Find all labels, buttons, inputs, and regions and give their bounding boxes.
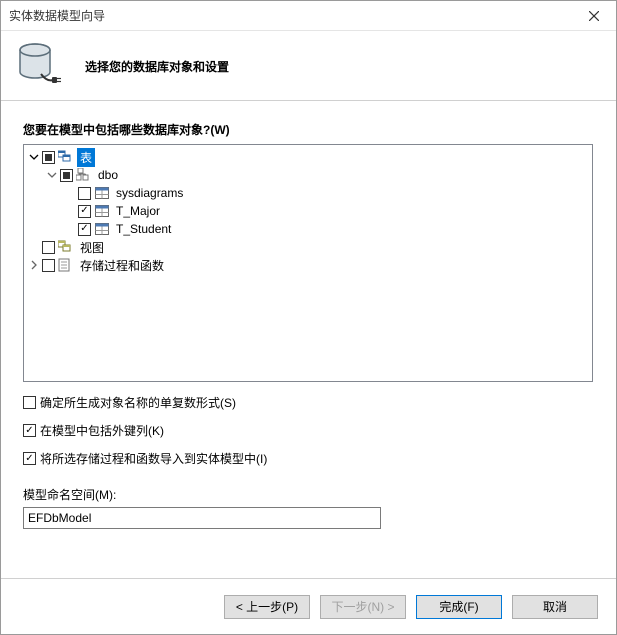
tree-node-sysdiagrams[interactable]: sysdiagrams bbox=[28, 184, 588, 202]
close-button[interactable] bbox=[571, 1, 616, 31]
option-pluralize[interactable]: 确定所生成对象名称的单复数形式(S) bbox=[23, 390, 594, 414]
tree-label: T_Student bbox=[113, 221, 174, 237]
header-subtitle: 选择您的数据库对象和设置 bbox=[85, 58, 229, 75]
checkbox[interactable] bbox=[78, 205, 91, 218]
option-label: 确定所生成对象名称的单复数形式(S) bbox=[40, 394, 236, 411]
content: 您要在模型中包括哪些数据库对象?(W) 表 dbo bbox=[1, 101, 616, 529]
checkbox[interactable] bbox=[42, 151, 55, 164]
expand-toggle[interactable] bbox=[28, 151, 40, 163]
option-import-sp[interactable]: 将所选存储过程和函数导入到实体模型中(I) bbox=[23, 446, 594, 470]
tree-node-t-student[interactable]: T_Student bbox=[28, 220, 588, 238]
table-icon bbox=[94, 203, 110, 219]
option-include-fk[interactable]: 在模型中包括外键列(K) bbox=[23, 418, 594, 442]
back-button[interactable]: < 上一步(P) bbox=[224, 595, 310, 619]
checkbox[interactable] bbox=[23, 452, 36, 465]
checkbox[interactable] bbox=[78, 223, 91, 236]
table-icon bbox=[94, 221, 110, 237]
finish-button[interactable]: 完成(F) bbox=[416, 595, 502, 619]
expand-toggle[interactable] bbox=[46, 169, 58, 181]
tree-node-t-major[interactable]: T_Major bbox=[28, 202, 588, 220]
options: 确定所生成对象名称的单复数形式(S) 在模型中包括外键列(K) 将所选存储过程和… bbox=[23, 390, 594, 470]
wizard-header: 选择您的数据库对象和设置 bbox=[1, 31, 616, 101]
next-button[interactable]: 下一步(N) > bbox=[320, 595, 406, 619]
tree-label: 视图 bbox=[77, 238, 107, 257]
table-icon bbox=[94, 185, 110, 201]
checkbox[interactable] bbox=[42, 259, 55, 272]
tree-node-tables[interactable]: 表 bbox=[28, 148, 588, 166]
close-icon bbox=[589, 11, 599, 21]
checkbox[interactable] bbox=[23, 396, 36, 409]
expand-toggle[interactable] bbox=[28, 259, 40, 271]
option-label: 将所选存储过程和函数导入到实体模型中(I) bbox=[40, 450, 267, 467]
tree-node-dbo[interactable]: dbo bbox=[28, 166, 588, 184]
chevron-down-icon bbox=[29, 152, 39, 162]
tree-section-label: 您要在模型中包括哪些数据库对象?(W) bbox=[23, 121, 594, 138]
titlebar: 实体数据模型向导 bbox=[1, 1, 616, 31]
views-icon bbox=[58, 239, 74, 255]
tree-label: sysdiagrams bbox=[113, 185, 186, 201]
procs-icon bbox=[58, 257, 74, 273]
window-title: 实体数据模型向导 bbox=[9, 7, 571, 24]
tree-label: 表 bbox=[77, 148, 95, 167]
button-bar: < 上一步(P) 下一步(N) > 完成(F) 取消 bbox=[1, 579, 616, 634]
tree-label: dbo bbox=[95, 167, 121, 183]
chevron-down-icon bbox=[47, 170, 57, 180]
chevron-right-icon bbox=[29, 260, 39, 270]
tree-label: 存储过程和函数 bbox=[77, 256, 167, 275]
tree-label: T_Major bbox=[113, 203, 163, 219]
namespace-input[interactable] bbox=[23, 507, 381, 529]
checkbox[interactable] bbox=[23, 424, 36, 437]
checkbox[interactable] bbox=[60, 169, 73, 182]
checkbox[interactable] bbox=[42, 241, 55, 254]
option-label: 在模型中包括外键列(K) bbox=[40, 422, 164, 439]
checkbox[interactable] bbox=[78, 187, 91, 200]
namespace-label: 模型命名空间(M): bbox=[23, 486, 594, 503]
tree-node-procs[interactable]: 存储过程和函数 bbox=[28, 256, 588, 274]
database-icon bbox=[19, 42, 63, 92]
object-tree[interactable]: 表 dbo sysdiagrams bbox=[23, 144, 593, 382]
tree-node-views[interactable]: 视图 bbox=[28, 238, 588, 256]
tables-icon bbox=[58, 149, 74, 165]
cancel-button[interactable]: 取消 bbox=[512, 595, 598, 619]
schema-icon bbox=[76, 167, 92, 183]
